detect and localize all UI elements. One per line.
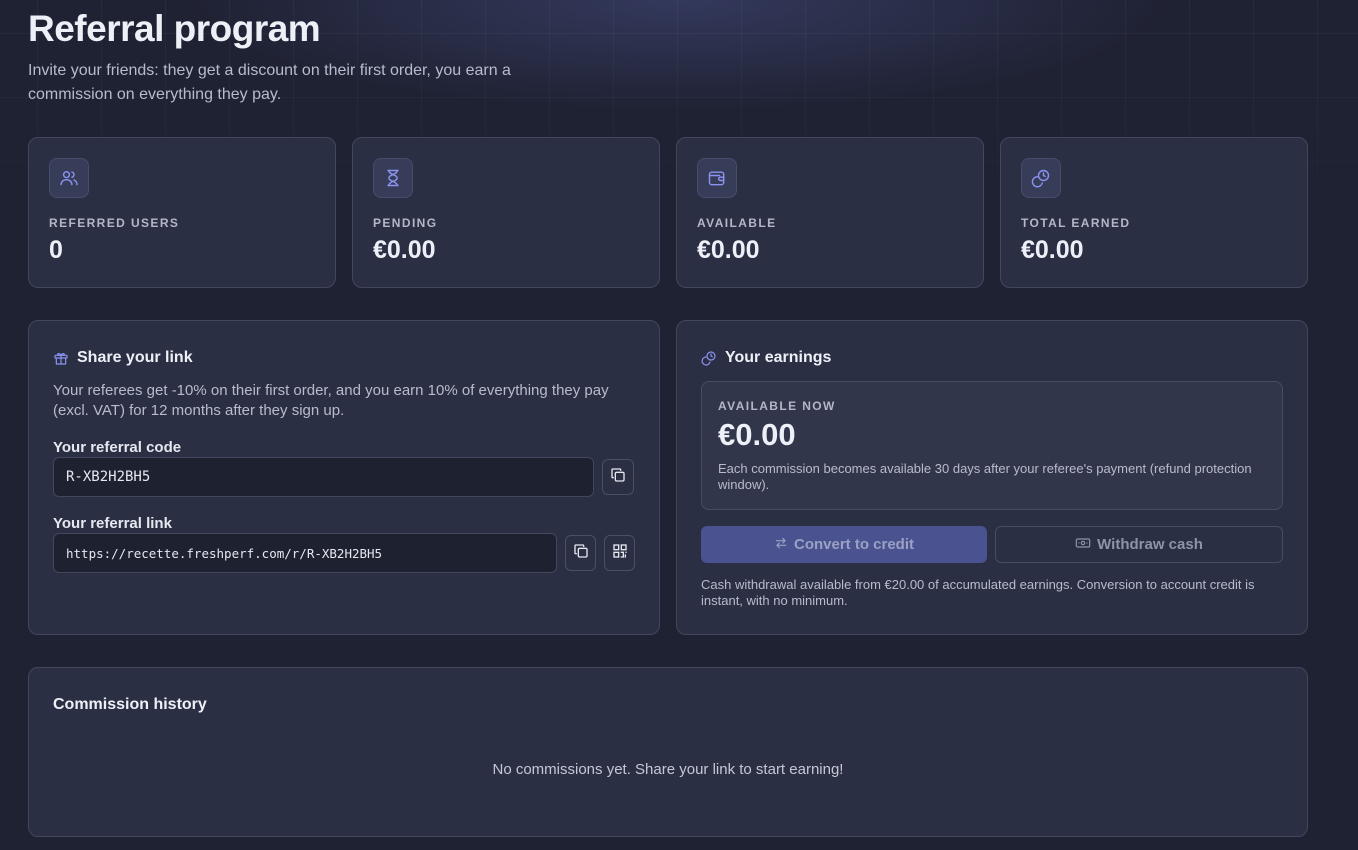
coins-icon [701,350,717,366]
stat-card-pending: PENDING €0.00 [352,137,660,288]
available-now-label: AVAILABLE NOW [718,399,836,413]
stat-value: €0.00 [697,236,760,264]
gift-icon [53,350,69,366]
commission-history-panel: Commission history No commissions yet. S… [28,667,1308,837]
page-subtitle: Invite your friends: they get a discount… [28,62,511,103]
swap-icon [774,536,788,554]
coins-icon [1021,158,1061,198]
referral-link-value: https://recette.freshperf.com/r/R-XB2H2B… [66,545,383,561]
copy-code-button[interactable] [602,459,634,495]
qr-code-button[interactable] [604,535,635,571]
stat-value: €0.00 [1021,236,1084,264]
referral-code-label: Your referral code [53,439,182,456]
hourglass-icon [373,158,413,198]
stat-label: PENDING [373,216,438,230]
available-now-box: AVAILABLE NOW €0.00 Each commission beco… [701,381,1283,510]
copy-icon [573,543,589,564]
banknote-icon [1075,536,1091,554]
referral-code-value: R-XB2H2BH5 [66,469,151,485]
stat-label: AVAILABLE [697,216,777,230]
qr-code-icon [612,543,628,564]
stat-value: 0 [49,236,63,264]
earnings-panel: Your earnings AVAILABLE NOW €0.00 Each c… [676,320,1308,635]
referral-link-label: Your referral link [53,515,172,532]
withdraw-cash-button[interactable]: Withdraw cash [995,526,1283,563]
referral-link-field[interactable]: https://recette.freshperf.com/r/R-XB2H2B… [53,533,557,573]
withdraw-label: Withdraw cash [1097,536,1203,553]
stat-label: REFERRED USERS [49,216,180,230]
stat-card-total-earned: TOTAL EARNED €0.00 [1000,137,1308,288]
earnings-footnote: Cash withdrawal available from €20.00 of… [701,577,1255,608]
history-empty-state: No commissions yet. Share your link to s… [492,761,844,778]
convert-to-credit-button[interactable]: Convert to credit [701,526,987,563]
referral-code-field[interactable]: R-XB2H2BH5 [53,457,594,497]
available-now-note: Each commission becomes available 30 day… [718,461,1252,492]
stat-card-available: AVAILABLE €0.00 [676,137,984,288]
history-title: Commission history [53,696,207,713]
share-title-text: Share your link [77,349,193,366]
stat-value: €0.00 [373,236,436,264]
convert-label: Convert to credit [793,536,914,553]
stat-label: TOTAL EARNED [1021,216,1131,230]
earnings-panel-title: Your earnings [701,349,831,367]
copy-link-button[interactable] [565,535,596,571]
share-link-panel: Share your link Your referees get -10% o… [28,320,660,635]
wallet-icon [697,158,737,198]
copy-icon [610,467,626,488]
stat-card-referred-users: REFERRED USERS 0 [28,137,336,288]
share-description: Your referees get -10% on their first or… [53,382,609,419]
share-panel-title: Share your link [53,349,193,367]
page-title: Referral program [28,8,321,49]
users-icon [49,158,89,198]
earnings-title-text: Your earnings [725,349,832,366]
available-now-value: €0.00 [718,417,796,452]
